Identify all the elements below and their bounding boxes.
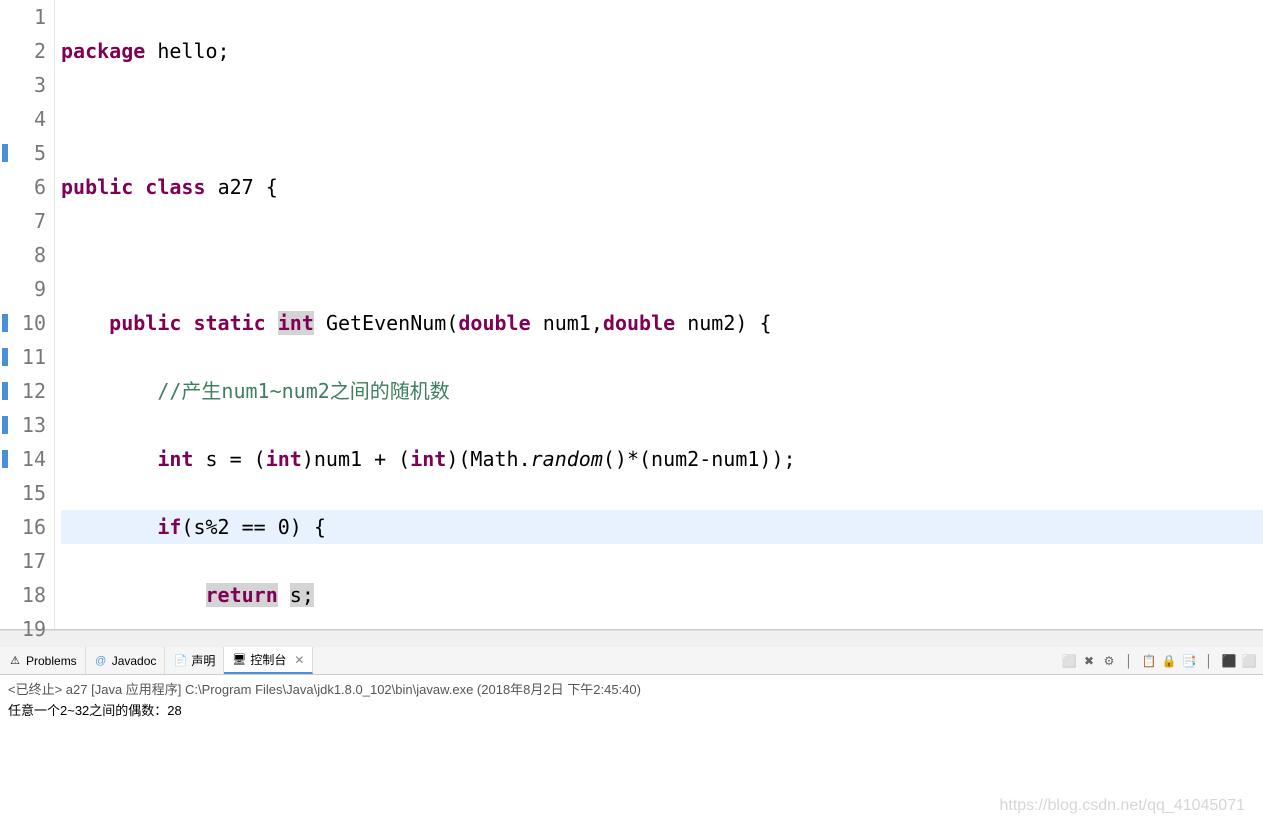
declaration-icon: 📄 bbox=[173, 654, 187, 668]
tab-label: 控制台 bbox=[250, 651, 286, 668]
code-line: public static int GetEvenNum(double num1… bbox=[61, 306, 1263, 340]
line-number: 4 bbox=[0, 102, 46, 136]
line-number: 17 bbox=[0, 544, 46, 578]
clear-console-icon[interactable]: 📋 bbox=[1141, 653, 1157, 669]
code-line: //产生num1~num2之间的随机数 bbox=[61, 374, 1263, 408]
pin-console-icon[interactable]: 📑 bbox=[1181, 653, 1197, 669]
console-icon: 🖥 bbox=[232, 653, 246, 667]
tab-declaration[interactable]: 📄 声明 bbox=[165, 647, 224, 674]
line-number: 19 bbox=[0, 612, 46, 646]
line-number: 15 bbox=[0, 476, 46, 510]
gutter-change-marker bbox=[2, 450, 8, 468]
tab-label: 声明 bbox=[191, 652, 215, 669]
scroll-lock-icon[interactable]: 🔒 bbox=[1161, 653, 1177, 669]
line-number: 8 bbox=[0, 238, 46, 272]
code-line bbox=[61, 238, 1263, 272]
code-line: return s; bbox=[61, 578, 1263, 612]
display-console-icon[interactable]: ⬛ bbox=[1221, 653, 1237, 669]
code-content[interactable]: package hello; public class a27 { public… bbox=[55, 0, 1263, 629]
line-number: 18 bbox=[0, 578, 46, 612]
code-line-active: if(s%2 == 0) { bbox=[61, 510, 1263, 544]
console-toolbar: ⬜ ✖ ⚙ │ 📋 🔒 📑 │ ⬛ ⬜ bbox=[1061, 653, 1263, 669]
terminate-icon[interactable]: ⬜ bbox=[1061, 653, 1077, 669]
remove-launch-icon[interactable]: ✖ bbox=[1081, 653, 1097, 669]
close-icon[interactable]: ✕ bbox=[294, 653, 304, 667]
line-number: 6 bbox=[0, 170, 46, 204]
tab-javadoc[interactable]: @ Javadoc bbox=[86, 647, 166, 674]
line-number: 7 bbox=[0, 204, 46, 238]
code-line bbox=[61, 102, 1263, 136]
code-line: public class a27 { bbox=[61, 170, 1263, 204]
console-panel[interactable]: <已终止> a27 [Java 应用程序] C:\Program Files\J… bbox=[0, 675, 1263, 723]
console-process-header: <已终止> a27 [Java 应用程序] C:\Program Files\J… bbox=[8, 679, 1255, 698]
remove-all-icon[interactable]: ⚙ bbox=[1101, 653, 1117, 669]
gutter-change-marker bbox=[2, 314, 8, 332]
line-number: 9 bbox=[0, 272, 46, 306]
line-number: 3 bbox=[0, 68, 46, 102]
tab-label: Javadoc bbox=[112, 654, 157, 668]
code-editor[interactable]: 1 2 3 4 5 6 7 8 9 10 11 12 13 14 15 16 1… bbox=[0, 0, 1263, 630]
tab-label: Problems bbox=[26, 654, 77, 668]
line-number: 1 bbox=[0, 0, 46, 34]
gutter-change-marker bbox=[2, 416, 8, 434]
tab-console[interactable]: 🖥 控制台 ✕ bbox=[224, 647, 313, 674]
bottom-panel-tabs: ⚠ Problems @ Javadoc 📄 声明 🖥 控制台 ✕ ⬜ ✖ ⚙ … bbox=[0, 647, 1263, 675]
line-gutter: 1 2 3 4 5 6 7 8 9 10 11 12 13 14 15 16 1… bbox=[0, 0, 55, 629]
gutter-change-marker bbox=[2, 382, 8, 400]
warning-icon: ⚠ bbox=[8, 654, 22, 668]
code-line: package hello; bbox=[61, 34, 1263, 68]
separator-icon: │ bbox=[1121, 653, 1137, 669]
code-line: int s = (int)num1 + (int)(Math.random()*… bbox=[61, 442, 1263, 476]
javadoc-icon: @ bbox=[94, 654, 108, 668]
line-number: 16 bbox=[0, 510, 46, 544]
open-console-icon[interactable]: ⬜ bbox=[1241, 653, 1257, 669]
line-number: 2 bbox=[0, 34, 46, 68]
gutter-change-marker bbox=[2, 348, 8, 366]
console-output-line: 任意一个2~32之间的偶数：28 bbox=[8, 700, 1255, 719]
gutter-change-marker bbox=[2, 144, 8, 162]
separator-icon: │ bbox=[1201, 653, 1217, 669]
horizontal-scrollbar[interactable] bbox=[0, 630, 1263, 647]
watermark-text: https://blog.csdn.net/qq_41045071 bbox=[999, 797, 1245, 815]
tab-problems[interactable]: ⚠ Problems bbox=[0, 647, 86, 674]
